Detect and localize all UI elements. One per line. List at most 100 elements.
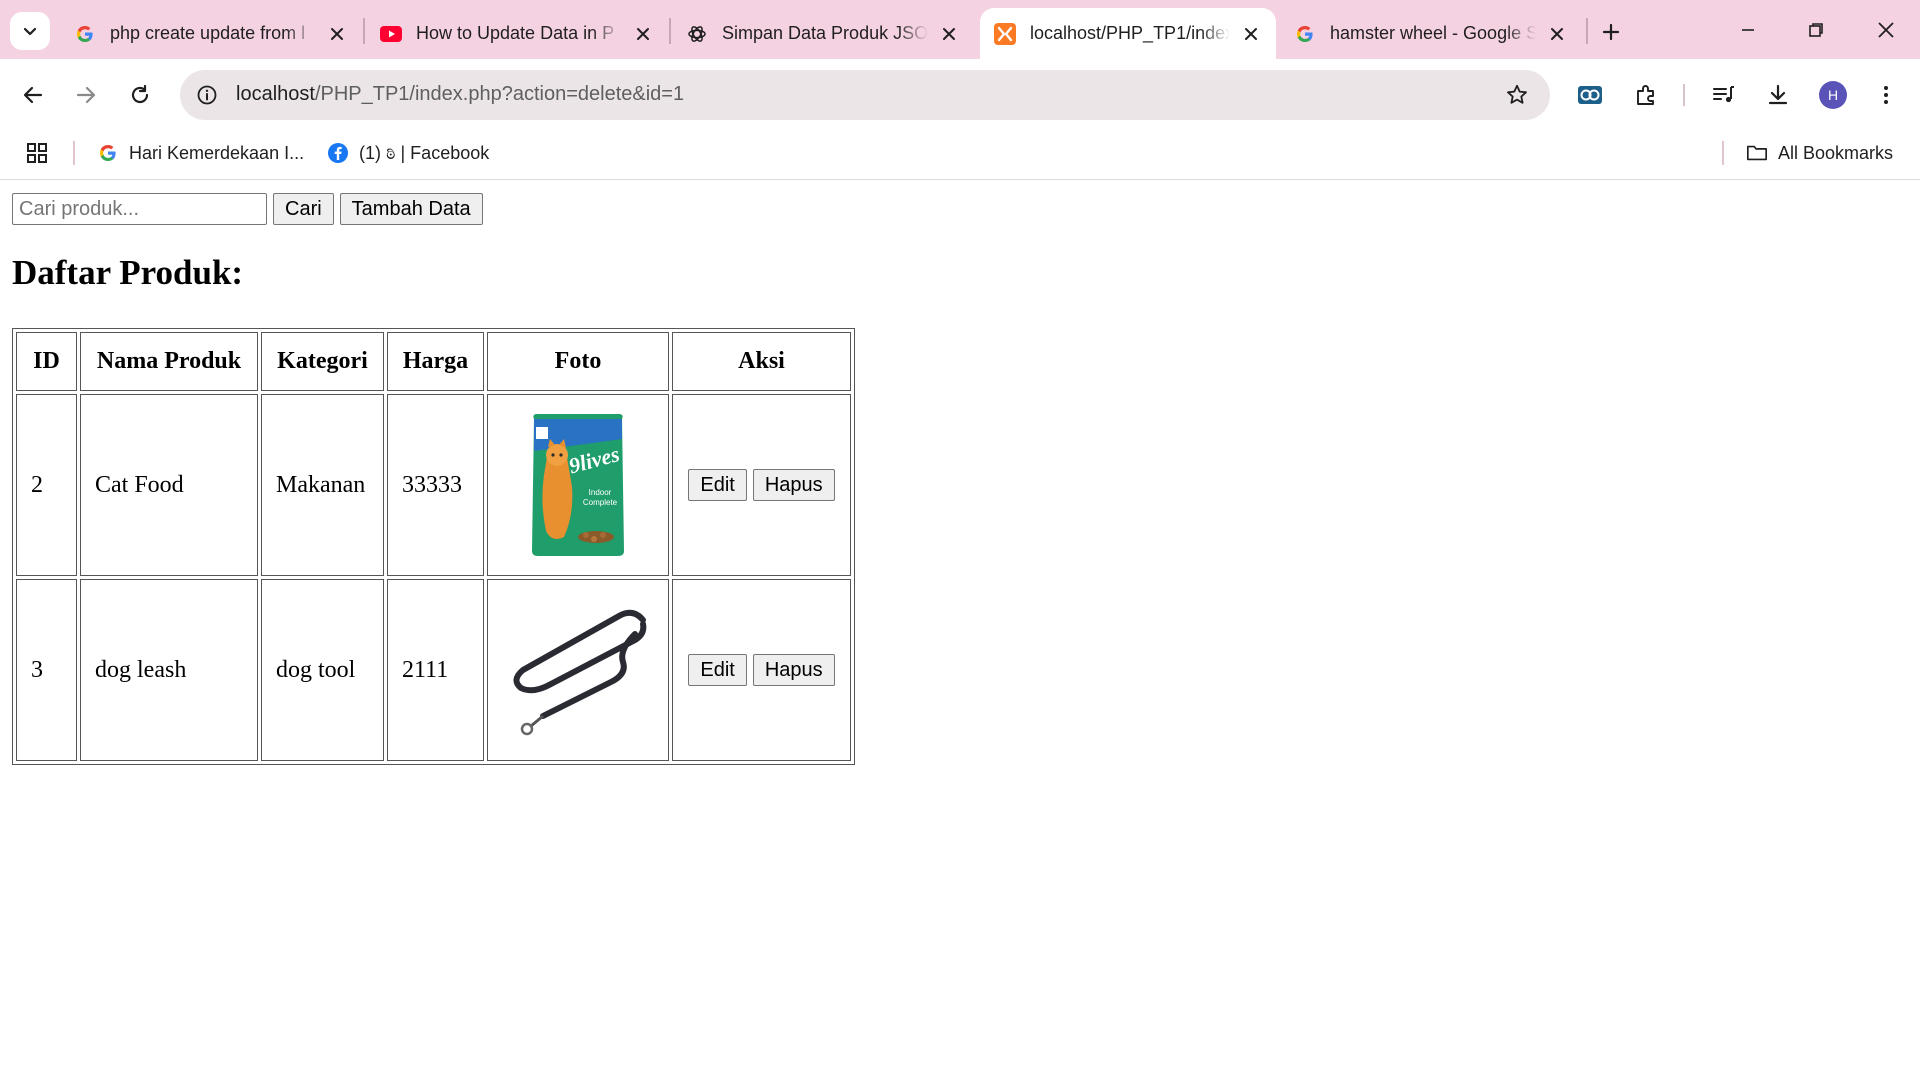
table-row: 3 dog leash dog tool 2111 Edit Hapus [16, 579, 851, 761]
cell-actions: Edit Hapus [672, 579, 851, 761]
product-table: ID Nama Produk Kategori Harga Foto Aksi … [12, 328, 855, 765]
tab-divider [669, 18, 671, 44]
site-info-icon[interactable] [194, 82, 220, 108]
restore-icon [1809, 23, 1823, 37]
tab-title: hamster wheel - Google S [1330, 23, 1536, 43]
folder-icon [1746, 142, 1768, 164]
tab-title: localhost/PHP_TP1/index [1030, 23, 1230, 43]
download-icon[interactable] [1758, 75, 1798, 115]
tab-php-create-update[interactable]: php create update from l [60, 8, 362, 59]
tab-search-button[interactable] [10, 12, 50, 50]
cell-id: 3 [16, 579, 77, 761]
page-content: Cari Tambah Data Daftar Produk: ID Nama … [0, 181, 1920, 1080]
bookmarks-divider [73, 141, 75, 165]
close-icon [1878, 22, 1894, 38]
cell-price: 2111 [387, 579, 484, 761]
bookmark-hari-kemerdekaan[interactable]: Hari Kemerdekaan I... [97, 137, 304, 169]
tab-hamster-wheel[interactable]: hamster wheel - Google S [1280, 8, 1582, 59]
close-tab-icon[interactable] [1546, 23, 1568, 45]
dog-leash-image [513, 609, 647, 736]
menu-kebab-icon[interactable] [1866, 75, 1906, 115]
search-form: Cari Tambah Data [12, 193, 483, 225]
url-host: localhost [236, 83, 315, 105]
column-header-id: ID [16, 332, 77, 391]
reload-icon [131, 84, 149, 104]
apps-button[interactable] [26, 137, 48, 169]
cell-category: dog tool [261, 579, 384, 761]
url-text: localhost/PHP_TP1/index.php?action=delet… [236, 83, 684, 106]
bookmark-facebook[interactable]: (1) ಠಿ | Facebook [327, 137, 489, 169]
reading-list-icon[interactable] [1704, 75, 1744, 115]
table-header-row: ID Nama Produk Kategori Harga Foto Aksi [16, 332, 851, 391]
page-title: Daftar Produk: [12, 253, 244, 292]
column-header-actions: Aksi [672, 332, 851, 391]
address-bar[interactable]: localhost/PHP_TP1/index.php?action=delet… [180, 70, 1550, 120]
bookmarks-bar: Hari Kemerdekaan I... (1) ಠಿ | Facebook … [0, 129, 1920, 180]
reload-button[interactable] [120, 75, 160, 115]
search-button[interactable]: Cari [273, 193, 334, 225]
close-tab-icon[interactable] [938, 23, 960, 45]
google-icon [97, 142, 119, 164]
close-tab-icon[interactable] [632, 23, 654, 45]
back-button[interactable] [13, 75, 53, 115]
search-input[interactable] [12, 193, 267, 225]
arrow-left-icon [23, 86, 43, 104]
extension-translate-icon[interactable] [1570, 75, 1610, 115]
close-window-button[interactable] [1858, 10, 1914, 50]
profile-avatar-button[interactable]: H [1813, 75, 1853, 115]
youtube-icon [380, 23, 402, 45]
avatar: H [1819, 81, 1847, 109]
bookmark-label: Hari Kemerdekaan I... [129, 142, 305, 163]
apps-grid-icon [27, 143, 47, 163]
plus-icon [1602, 23, 1620, 41]
tab-strip: php create update from l How to Update D… [0, 0, 1920, 59]
arrow-right-icon [76, 86, 96, 104]
forward-button[interactable] [66, 75, 106, 115]
column-header-photo: Foto [487, 332, 669, 391]
all-bookmarks-label: All Bookmarks [1778, 142, 1894, 163]
tab-divider [1586, 18, 1588, 44]
cell-name: dog leash [80, 579, 258, 761]
url-path: /PHP_TP1/index.php?action=delete&id=1 [314, 83, 685, 105]
table-row: 2 Cat Food Makanan 33333 9lives Indoor C… [16, 394, 851, 576]
photo-text-line2: Complete [583, 498, 618, 507]
tab-simpan-data-produk[interactable]: Simpan Data Produk JSO [672, 8, 974, 59]
delete-button[interactable]: Hapus [752, 469, 835, 501]
new-tab-button[interactable] [1593, 14, 1629, 50]
close-tab-icon[interactable] [1240, 23, 1262, 45]
toolbar-divider [1683, 84, 1685, 106]
bookmarks-divider [1722, 141, 1724, 165]
column-header-price: Harga [387, 332, 484, 391]
add-data-button[interactable]: Tambah Data [339, 193, 483, 225]
facebook-icon [327, 142, 349, 164]
all-bookmarks-button[interactable]: All Bookmarks [1746, 137, 1893, 169]
cell-photo: 9lives Indoor Complete [487, 394, 669, 576]
tab-divider [363, 18, 365, 44]
cell-price: 33333 [387, 394, 484, 576]
google-icon [74, 23, 96, 45]
delete-button[interactable]: Hapus [752, 654, 835, 686]
cell-id: 2 [16, 394, 77, 576]
cell-category: Makanan [261, 394, 384, 576]
tab-how-to-update[interactable]: How to Update Data in P [366, 8, 668, 59]
cell-photo [487, 579, 669, 761]
cell-name: Cat Food [80, 394, 258, 576]
bookmark-star-icon[interactable] [1504, 82, 1530, 108]
tab-title: How to Update Data in P [416, 23, 615, 43]
tab-title: Simpan Data Produk JSO [722, 23, 928, 43]
chevron-down-icon [23, 27, 37, 36]
restore-button[interactable] [1788, 10, 1844, 50]
bookmark-label: (1) ಠಿ | Facebook [359, 142, 490, 163]
tab-localhost-active[interactable]: localhost/PHP_TP1/index [980, 8, 1276, 59]
cat-food-bag-image: 9lives Indoor Complete [532, 414, 624, 556]
chatgpt-icon [686, 23, 708, 45]
extensions-puzzle-icon[interactable] [1626, 75, 1666, 115]
cell-actions: Edit Hapus [672, 394, 851, 576]
close-tab-icon[interactable] [326, 23, 348, 45]
edit-button[interactable]: Edit [688, 654, 747, 686]
column-header-name: Nama Produk [80, 332, 258, 391]
minimize-button[interactable] [1720, 10, 1776, 50]
google-icon [1294, 23, 1316, 45]
column-header-category: Kategori [261, 332, 384, 391]
edit-button[interactable]: Edit [688, 469, 747, 501]
